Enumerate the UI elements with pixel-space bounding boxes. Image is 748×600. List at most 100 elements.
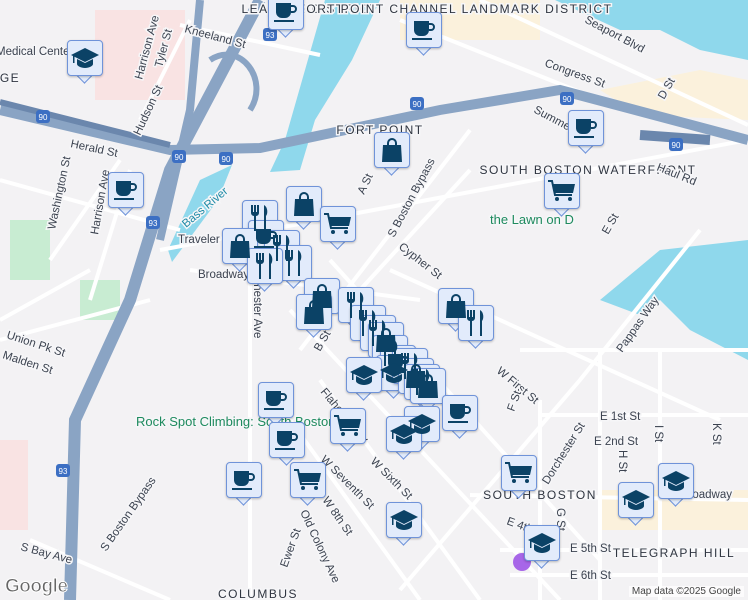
marker-body — [406, 12, 442, 48]
street-label: K St — [710, 423, 722, 446]
map-marker-edu[interactable] — [67, 40, 103, 84]
shopping-bag-icon — [416, 373, 440, 399]
medical-area-2 — [0, 440, 28, 530]
shopping-bag-icon — [380, 137, 404, 163]
fork-knife-icon — [464, 309, 488, 337]
graduation-cap-icon — [70, 47, 100, 69]
fork-knife-icon — [282, 249, 306, 277]
marker-body — [568, 110, 604, 146]
poi-label-rock-spot[interactable]: Rock Spot Climbing: South Boston — [135, 413, 337, 431]
shopping-cart-icon — [333, 414, 363, 438]
street-label: E 5th St — [570, 543, 612, 555]
graduation-cap-icon — [621, 489, 651, 511]
street-label: W Sixth St — [368, 456, 415, 503]
highway-shield-93: 93 — [149, 219, 158, 228]
marker-body — [108, 172, 144, 208]
coffee-cup-icon — [274, 428, 300, 452]
highway-shield-90: 90 — [175, 153, 184, 162]
graduation-cap-icon — [527, 532, 557, 554]
marker-body — [618, 482, 654, 518]
map-marker-cafe[interactable] — [108, 172, 144, 216]
highway-shield-90: 90 — [222, 155, 231, 164]
shopping-bag-icon — [302, 299, 326, 325]
map-marker-cart[interactable] — [501, 455, 537, 499]
street-label: E 6th St — [570, 570, 612, 582]
street-label: Congress St — [543, 58, 607, 91]
marker-body — [501, 455, 537, 491]
marker-body — [658, 463, 694, 499]
highway-shield-90: 90 — [39, 113, 48, 122]
marker-body — [524, 525, 560, 561]
street-label: E St — [600, 211, 622, 237]
highway-shield-93: 93 — [59, 467, 68, 476]
marker-body — [226, 462, 262, 498]
marker-body — [269, 422, 305, 458]
district-label: COLUMBUS — [218, 587, 298, 600]
street-label: I St — [652, 425, 664, 443]
marker-body — [330, 408, 366, 444]
street-label: Ewer St — [279, 526, 304, 569]
marker-body — [258, 382, 294, 418]
street-label: H St — [616, 450, 628, 473]
graduation-cap-icon — [661, 470, 691, 492]
map-marker-cafe[interactable] — [406, 12, 442, 56]
map-marker-edu[interactable] — [346, 357, 382, 401]
coffee-cup-icon — [113, 178, 139, 202]
map-marker-edu[interactable] — [386, 416, 422, 460]
street-label: E 2nd St — [594, 436, 639, 448]
highway-shield-90: 90 — [563, 95, 572, 104]
marker-body — [374, 132, 410, 168]
district-label: TELEGRAPH HILL — [613, 546, 735, 560]
shopping-cart-icon — [547, 179, 577, 203]
map-marker-cafe[interactable] — [269, 422, 305, 466]
shopping-cart-icon — [323, 212, 353, 236]
map-marker-cart[interactable] — [320, 206, 356, 250]
graduation-cap-icon — [349, 364, 379, 386]
map-marker-cart[interactable] — [290, 462, 326, 506]
district-label: GE — [0, 71, 20, 85]
map-marker-shop[interactable] — [374, 132, 410, 176]
shopping-bag-icon — [292, 191, 316, 217]
map-marker-cart[interactable] — [544, 173, 580, 217]
map-marker-edu[interactable] — [386, 502, 422, 546]
fork-knife-icon — [253, 252, 277, 280]
marker-body — [268, 0, 304, 30]
map-marker-restaurant[interactable] — [458, 305, 494, 349]
marker-body — [320, 206, 356, 242]
marker-body — [346, 357, 382, 393]
marker-body — [67, 40, 103, 76]
shopping-cart-icon — [504, 461, 534, 485]
map-marker-cafe[interactable] — [258, 382, 294, 426]
coffee-cup-icon — [263, 388, 289, 412]
marker-body — [410, 368, 446, 404]
street-label: E 1st St — [600, 411, 641, 423]
coffee-cup-icon — [231, 468, 257, 492]
map-marker-edu[interactable] — [658, 463, 694, 507]
map-marker-cart[interactable] — [330, 408, 366, 452]
marker-body — [276, 245, 312, 281]
map-marker-shop[interactable] — [286, 186, 322, 230]
highway-shield-90: 90 — [413, 100, 422, 109]
marker-body — [442, 395, 478, 431]
highway-shield-90: 90 — [672, 141, 681, 150]
graduation-cap-icon — [389, 423, 419, 445]
park — [10, 220, 50, 280]
shopping-cart-icon — [293, 468, 323, 492]
graduation-cap-icon — [389, 509, 419, 531]
coffee-cup-icon — [447, 401, 473, 425]
map-marker-edu[interactable] — [524, 525, 560, 569]
district-label: FORT POINT CHANNEL LANDMARK DISTRICT — [298, 2, 613, 16]
map-marker-cafe[interactable] — [568, 110, 604, 154]
map-marker-cafe[interactable] — [226, 462, 262, 506]
map-attribution[interactable]: Map data ©2025 Google — [628, 586, 744, 597]
street-label: Dorchester St — [540, 420, 588, 487]
street-label: Medical Center — [0, 46, 74, 58]
marker-body — [458, 305, 494, 341]
street-label: A St — [356, 171, 376, 196]
map-marker-edu[interactable] — [618, 482, 654, 526]
coffee-cup-icon — [573, 116, 599, 140]
marker-body — [544, 173, 580, 209]
map-marker-cafe[interactable] — [268, 0, 304, 38]
marker-body — [286, 186, 322, 222]
map-marker-cafe[interactable] — [442, 395, 478, 439]
